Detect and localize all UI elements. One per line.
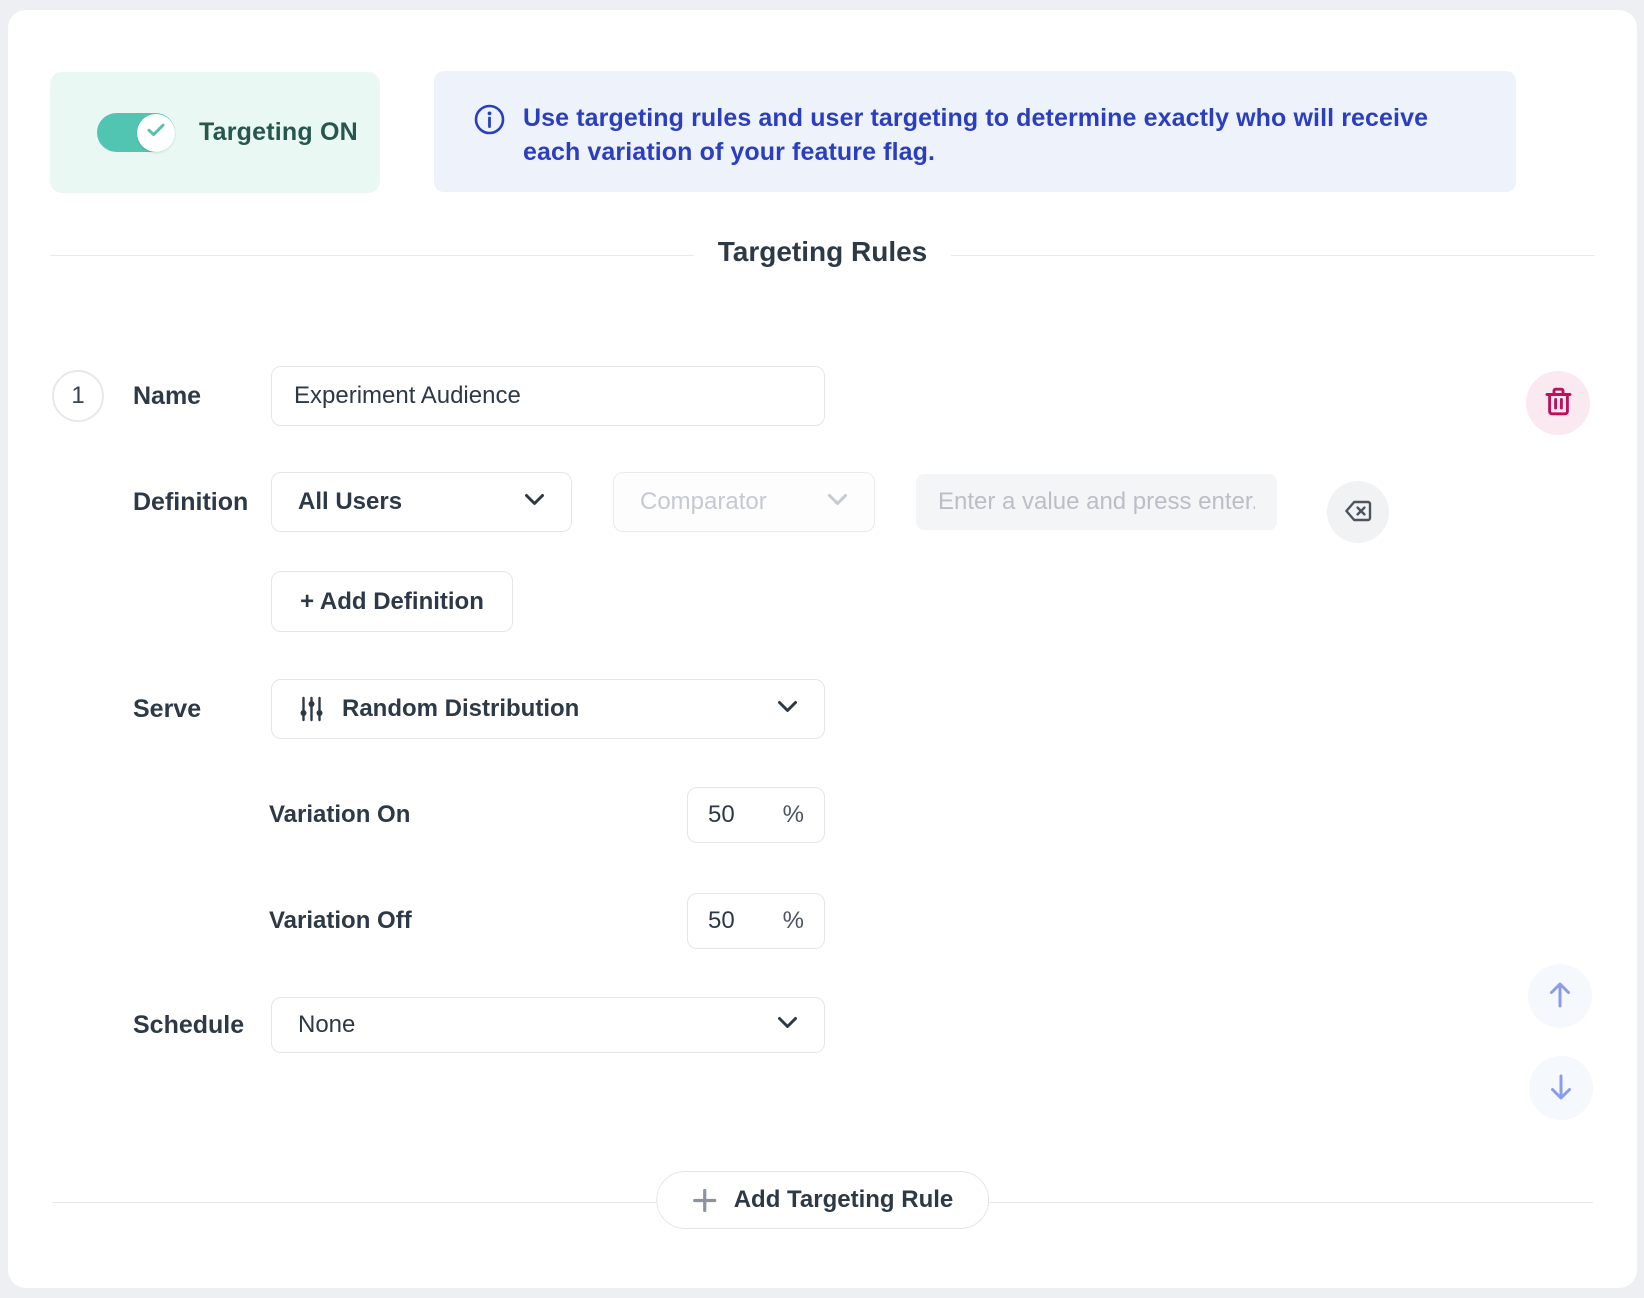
- variation-on-input[interactable]: 50 %: [687, 787, 825, 843]
- chevron-down-icon: [777, 700, 798, 718]
- clear-definition-button[interactable]: [1327, 481, 1389, 543]
- name-label: Name: [133, 366, 201, 426]
- variation-off-input[interactable]: 50 %: [687, 893, 825, 949]
- percent-sign: %: [783, 801, 804, 829]
- rule-name-input[interactable]: [271, 366, 825, 426]
- move-rule-down-button[interactable]: [1529, 1056, 1593, 1120]
- serve-select-value: Random Distribution: [342, 695, 579, 723]
- serve-label: Serve: [133, 679, 201, 739]
- delete-rule-button[interactable]: [1526, 371, 1590, 435]
- chevron-down-icon: [827, 493, 848, 511]
- targeting-panel: Targeting ON Use targeting rules and use…: [8, 10, 1637, 1288]
- add-targeting-rule-button[interactable]: Add Targeting Rule: [656, 1171, 990, 1229]
- info-banner-text: Use targeting rules and user targeting t…: [523, 101, 1476, 169]
- percent-sign: %: [783, 907, 804, 935]
- info-icon: [474, 104, 505, 140]
- variation-off-label: Variation Off: [269, 893, 412, 949]
- trash-icon: [1545, 387, 1572, 419]
- chevron-down-icon: [777, 1016, 798, 1034]
- add-definition-button[interactable]: + Add Definition: [271, 571, 513, 632]
- variation-off-value: 50: [708, 907, 735, 935]
- schedule-select[interactable]: None: [271, 997, 825, 1053]
- add-targeting-rule-label: Add Targeting Rule: [734, 1186, 954, 1214]
- backspace-icon: [1344, 500, 1372, 525]
- targeting-toggle[interactable]: [97, 113, 175, 152]
- targeting-toggle-label: Targeting ON: [199, 118, 358, 147]
- section-title: Targeting Rules: [8, 236, 1637, 268]
- variation-on-value: 50: [708, 801, 735, 829]
- serve-select[interactable]: Random Distribution: [271, 679, 825, 739]
- chevron-down-icon: [524, 493, 545, 511]
- audience-select[interactable]: All Users: [271, 472, 572, 532]
- info-banner: Use targeting rules and user targeting t…: [434, 71, 1516, 192]
- rule-index-badge: 1: [52, 370, 104, 422]
- schedule-select-value: None: [298, 1011, 355, 1039]
- arrow-down-icon: [1545, 1071, 1577, 1106]
- sliders-icon: [300, 695, 323, 723]
- targeting-toggle-container: Targeting ON: [50, 72, 380, 193]
- variation-on-label: Variation On: [269, 787, 410, 843]
- toggle-knob: [137, 114, 175, 152]
- definition-label: Definition: [133, 472, 248, 532]
- plus-icon: [692, 1188, 717, 1213]
- comparator-select[interactable]: Comparator: [613, 472, 875, 532]
- move-rule-up-button[interactable]: [1528, 964, 1592, 1028]
- check-icon: [147, 123, 165, 142]
- arrow-up-icon: [1544, 979, 1576, 1014]
- schedule-label: Schedule: [133, 997, 244, 1053]
- audience-select-value: All Users: [298, 488, 402, 516]
- comparator-placeholder: Comparator: [640, 488, 767, 516]
- definition-value-input[interactable]: [916, 474, 1277, 530]
